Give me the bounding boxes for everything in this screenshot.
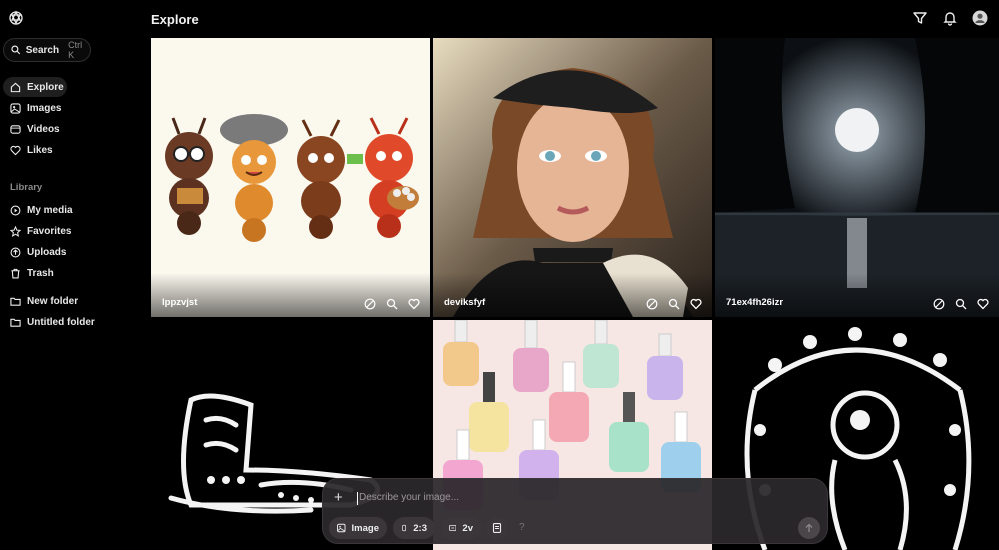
- arrow-up-icon: [805, 523, 813, 532]
- search-icon[interactable]: [668, 298, 680, 310]
- variations-button[interactable]: 2v: [441, 517, 481, 539]
- card-caption: 71ex4fh26izr: [726, 297, 784, 308]
- remix-icon[interactable]: [364, 298, 376, 310]
- search-icon[interactable]: [386, 298, 398, 310]
- card-caption: lppzvjst: [162, 297, 198, 308]
- portrait-frame-icon: [402, 524, 407, 532]
- remix-icon[interactable]: [933, 298, 945, 310]
- trash-icon: [11, 268, 20, 278]
- presets-button[interactable]: [486, 517, 508, 539]
- filter-icon[interactable]: [912, 10, 928, 26]
- prompt-bar: + Describe your image... Image 2:3 2v ?: [322, 478, 828, 544]
- search-shortcut: Ctrl K: [68, 40, 83, 60]
- image-card[interactable]: lppzvjst: [151, 38, 430, 317]
- card-actions: [933, 298, 989, 310]
- nav-item-uploads[interactable]: Uploads: [3, 242, 133, 262]
- nav-item-explore[interactable]: Explore: [3, 77, 67, 97]
- nav-item-new-folder[interactable]: New folder: [3, 291, 133, 311]
- app-logo-icon[interactable]: [8, 10, 24, 26]
- compass-icon: [10, 82, 21, 92]
- heart-icon[interactable]: [408, 298, 420, 310]
- video-icon: [10, 124, 21, 134]
- heart-icon[interactable]: [690, 298, 702, 310]
- heart-icon[interactable]: [977, 298, 989, 310]
- aspect-ratio-button[interactable]: 2:3: [393, 517, 435, 539]
- search-button[interactable]: Search Ctrl K: [3, 38, 91, 62]
- aspect-label: 2:3: [413, 522, 427, 534]
- card-shade: [433, 273, 712, 317]
- card-caption: deviksfyf: [444, 297, 486, 308]
- library-nav: My media Favorites Uploads Trash: [3, 200, 133, 284]
- document-icon: [492, 523, 502, 533]
- nav-item-my-media[interactable]: My media: [3, 200, 133, 220]
- library-heading: Library: [10, 182, 43, 193]
- sidebar: Search Ctrl K Explore Images Videos Like…: [0, 0, 140, 550]
- nav-item-untitled-folder[interactable]: Untitled folder: [3, 312, 133, 332]
- variations-label: 2v: [462, 522, 473, 534]
- bell-icon[interactable]: [942, 10, 958, 26]
- nav-item-likes[interactable]: Likes: [3, 140, 133, 160]
- image-icon: [10, 102, 21, 114]
- search-icon[interactable]: [955, 298, 967, 310]
- mode-label: Image: [351, 522, 379, 534]
- avatar-icon[interactable]: [972, 10, 988, 26]
- prompt-input[interactable]: Describe your image...: [359, 492, 459, 503]
- folder-icon: [10, 318, 21, 327]
- card-shade: [151, 273, 430, 317]
- nav-label: Explore: [27, 81, 64, 93]
- heart-icon: [10, 145, 21, 155]
- nav-item-images[interactable]: Images: [3, 98, 133, 118]
- nav-label: My media: [27, 204, 73, 216]
- search-icon: [11, 45, 21, 55]
- image-icon: [337, 523, 346, 533]
- send-button[interactable]: [798, 517, 820, 539]
- image-card[interactable]: deviksfyf: [433, 38, 712, 317]
- upload-icon: [10, 247, 21, 257]
- nav-label: Favorites: [27, 225, 72, 237]
- nav-item-favorites[interactable]: Favorites: [3, 221, 133, 241]
- folders-nav: New folder Untitled folder: [3, 291, 133, 333]
- main-nav: Explore Images Videos Likes: [3, 77, 133, 161]
- nav-label: Uploads: [27, 246, 67, 258]
- variations-icon: [449, 524, 457, 532]
- new-folder-icon: [10, 297, 21, 306]
- nav-label: Images: [27, 102, 62, 114]
- card-actions: [364, 298, 420, 310]
- nav-label: Videos: [27, 123, 60, 135]
- image-card[interactable]: 71ex4fh26izr: [715, 38, 999, 317]
- star-icon: [10, 225, 21, 237]
- remix-icon[interactable]: [646, 298, 658, 310]
- nav-item-trash[interactable]: Trash: [3, 263, 133, 283]
- nav-label: Likes: [27, 144, 53, 156]
- nav-label: Untitled folder: [27, 316, 95, 328]
- help-icon[interactable]: ?: [519, 522, 525, 533]
- page-title: Explore: [151, 12, 199, 27]
- nav-item-videos[interactable]: Videos: [3, 119, 133, 139]
- card-actions: [646, 298, 702, 310]
- search-label: Search: [25, 44, 60, 56]
- mode-button[interactable]: Image: [329, 517, 387, 539]
- nav-label: Trash: [27, 267, 54, 279]
- card-shade: [715, 273, 999, 317]
- add-icon[interactable]: +: [334, 489, 343, 506]
- text-caret: [357, 492, 358, 505]
- media-icon: [10, 205, 21, 215]
- nav-label: New folder: [27, 295, 79, 307]
